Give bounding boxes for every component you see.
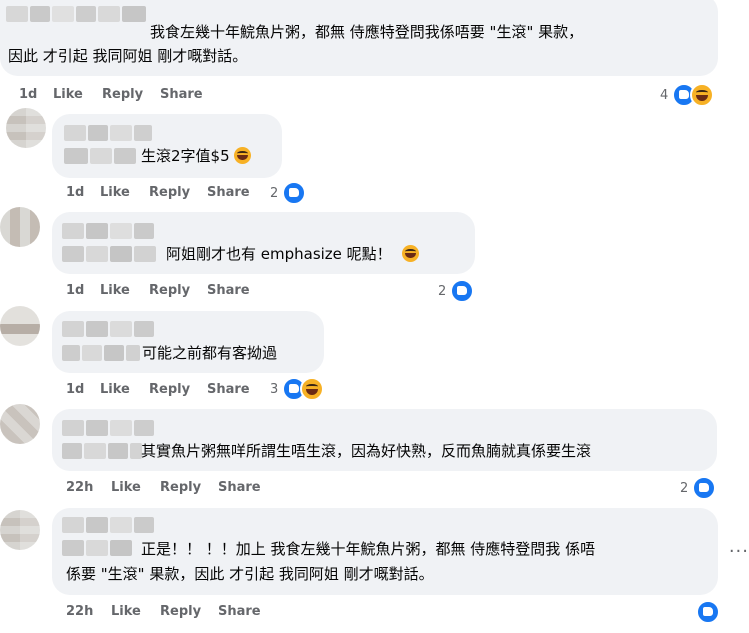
like-button[interactable]: Like [111,604,160,619]
avatar[interactable] [0,510,40,550]
avatar[interactable] [0,404,40,444]
avatar[interactable] [0,207,40,247]
reaction-count: 4 [660,87,669,103]
comment-text: 係要 "生滾" 果款，因此 才引起 我同阿姐 剛才嘅對話。 [66,565,434,583]
blurred-author-name [62,345,142,365]
more-options-button[interactable]: ··· [729,541,749,562]
reaction-count: 3 [270,381,279,397]
reaction-summary[interactable]: 4 [660,83,715,107]
reaction-summary[interactable]: 3 [270,377,325,401]
comment-time[interactable]: 1d [66,185,100,200]
haha-icon [300,377,325,401]
reaction-count: 2 [680,480,689,496]
like-button[interactable]: Like [100,283,149,298]
blurred-author-name [62,246,158,266]
share-button[interactable]: Share [218,480,261,495]
comment-actions: 1d Like Reply Share [66,185,250,200]
reaction-summary[interactable]: 2 [270,181,307,205]
laughing-emoji-icon [402,245,420,262]
blurred-author-name [62,540,134,560]
blurred-author-name [62,223,156,243]
avatar[interactable] [0,306,40,346]
blurred-author-name [64,125,154,145]
reaction-summary[interactable] [692,600,720,624]
blurred-author-name [62,517,156,537]
reaction-count: 2 [438,283,447,299]
share-button[interactable]: Share [207,283,250,298]
comment-text: 正是！！ ！！加上 我食左幾十年鯇魚片粥，都無 侍應特登問我 係唔 [141,540,596,558]
like-button[interactable]: Like [100,382,149,397]
share-button[interactable]: Share [160,87,203,102]
like-button[interactable]: Like [111,480,160,495]
comment-time[interactable]: 1d [66,382,100,397]
reply-button[interactable]: Reply [149,382,207,397]
reply-button[interactable]: Reply [149,283,207,298]
like-button[interactable]: Like [53,87,102,102]
comment-actions: 1d Like Reply Share [19,87,203,102]
comment-actions: 1d Like Reply Share [66,283,250,298]
share-button[interactable]: Share [207,185,250,200]
comment-text: 其實魚片粥無咩所謂生唔生滾，因為好快熟，反而魚腩就真係要生滾 [141,442,592,460]
reaction-summary[interactable]: 2 [438,279,475,303]
blurred-author-name [64,148,138,168]
share-button[interactable]: Share [218,604,261,619]
like-icon [450,279,475,303]
comment-actions: 1d Like Reply Share [66,382,250,397]
comment-text: 我食左幾十年鯇魚片粥，都無 侍應特登問我係唔要 "生滾" 果款， [150,23,584,41]
blurred-author-name [6,6,148,26]
reaction-count: 2 [270,185,279,201]
comment-text: 阿姐剛才也有 emphasize 呢點！ [166,243,420,265]
like-icon [282,181,307,205]
comment-text: 可能之前都有客拗過 [142,344,278,362]
like-icon [696,600,720,624]
comment-time[interactable]: 22h [66,480,111,495]
comment-actions: 22h Like Reply Share [66,604,261,619]
reaction-summary[interactable]: 2 [680,476,717,500]
share-button[interactable]: Share [207,382,250,397]
haha-icon [690,83,715,107]
blurred-author-name [62,321,156,341]
reply-button[interactable]: Reply [149,185,207,200]
like-button[interactable]: Like [100,185,149,200]
comment-text: 因此 才引起 我同阿姐 剛才嘅對話。 [8,47,248,65]
blurred-author-name [62,420,156,440]
avatar[interactable] [6,108,46,148]
comment-time[interactable]: 1d [66,283,100,298]
blurred-author-name [62,443,144,463]
like-icon [692,476,717,500]
comment-text-body: 生滾2字值$5 [141,147,230,165]
comment-time[interactable]: 22h [66,604,111,619]
comment-text: 生滾2字值$5 [141,145,252,167]
laughing-emoji-icon [234,147,252,164]
comment-time[interactable]: 1d [19,87,53,102]
comment-actions: 22h Like Reply Share [66,480,261,495]
reply-button[interactable]: Reply [160,604,218,619]
reply-button[interactable]: Reply [102,87,160,102]
reply-button[interactable]: Reply [160,480,218,495]
comment-text-body: 阿姐剛才也有 emphasize 呢點！ [166,245,392,263]
